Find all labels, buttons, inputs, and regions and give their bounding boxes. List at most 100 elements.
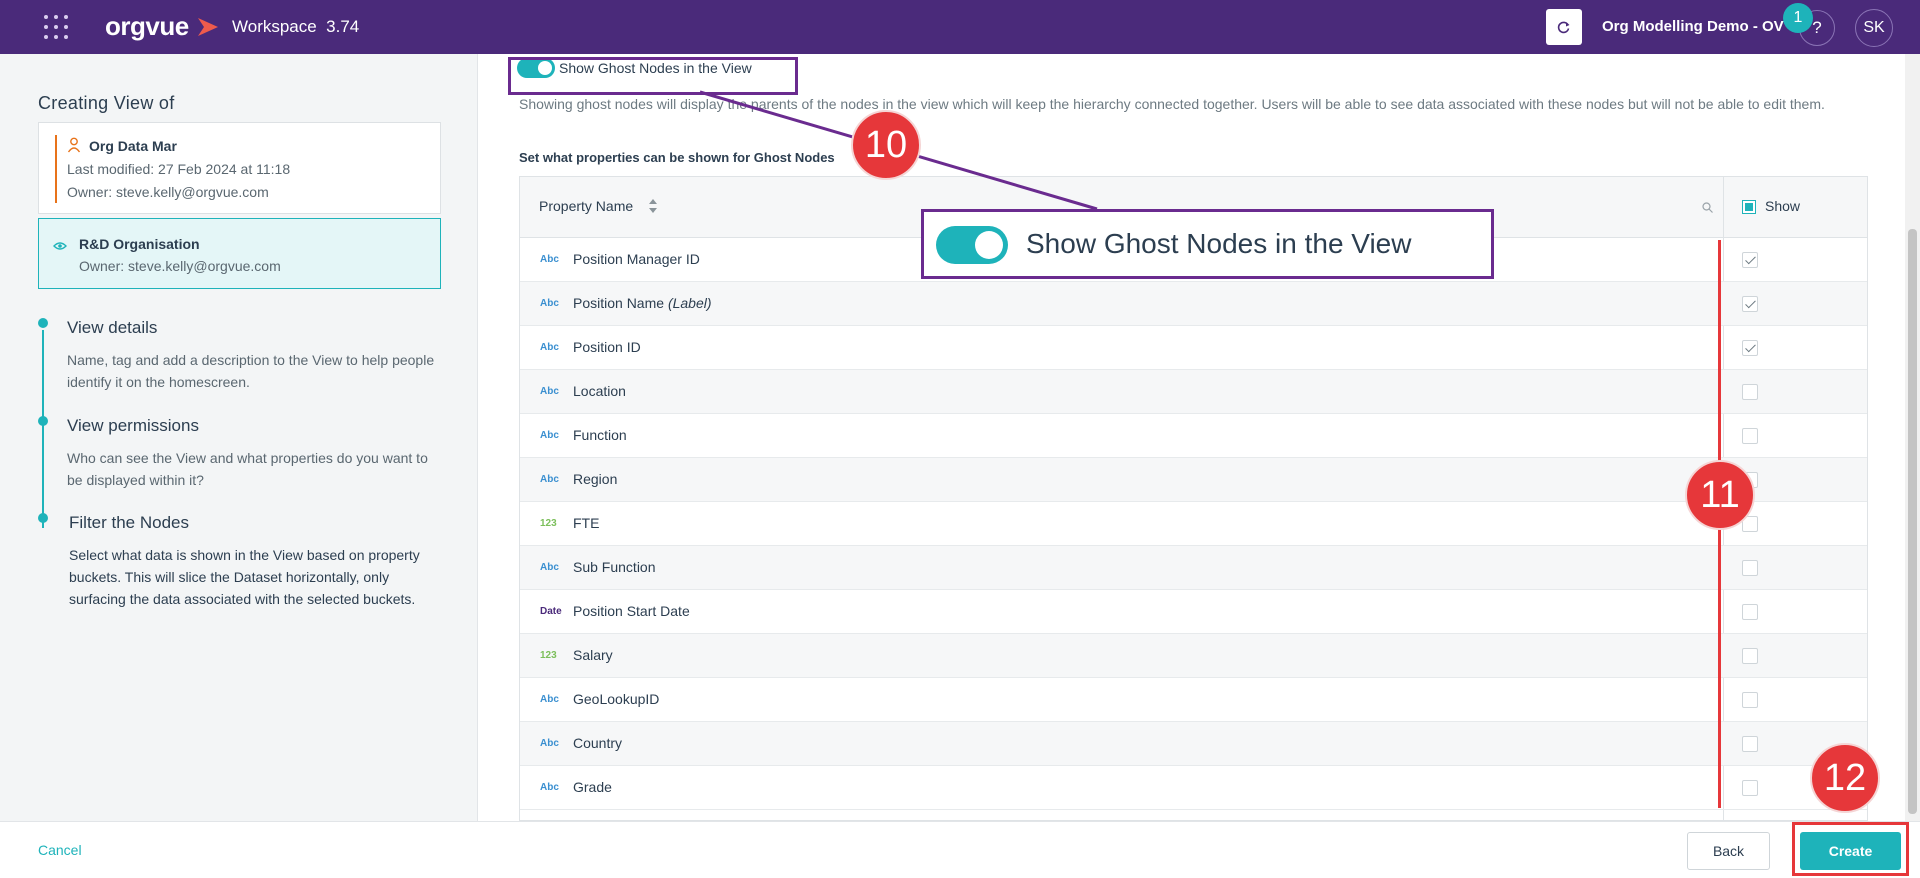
notification-badge[interactable]: 1 [1783, 3, 1813, 33]
step-title-filter-nodes[interactable]: Filter the Nodes [69, 513, 189, 533]
property-name: Region [573, 471, 617, 487]
user-avatar[interactable]: SK [1855, 9, 1893, 47]
dataset-owner: Owner: steve.kelly@orgvue.com [67, 184, 269, 200]
view-title: R&D Organisation [79, 236, 200, 252]
creating-view-title: Creating View of [38, 93, 175, 113]
table-row[interactable]: Abc Grade [520, 766, 1867, 810]
cancel-link[interactable]: Cancel [38, 842, 82, 858]
step-connector [42, 330, 44, 428]
version-label: 3.74 [326, 17, 360, 36]
table-row[interactable]: Abc Position Name (Label) [520, 282, 1867, 326]
property-name-text: Position Start Date [573, 603, 690, 619]
table-row[interactable]: Date Position Start Date [520, 590, 1867, 634]
property-type-icon: Abc [540, 298, 559, 309]
show-checkbox[interactable] [1742, 384, 1758, 400]
annotation-marker-12: 12 [1810, 743, 1880, 813]
show-checkbox[interactable] [1742, 560, 1758, 576]
table-row[interactable]: Abc Location [520, 370, 1867, 414]
property-type-icon: 123 [540, 518, 557, 529]
orgvue-logo-mark-icon [198, 18, 218, 36]
property-name: GeoLookupID [573, 691, 659, 707]
show-checkbox[interactable] [1742, 340, 1758, 356]
show-checkbox[interactable] [1742, 296, 1758, 312]
view-owner: Owner: steve.kelly@orgvue.com [79, 258, 281, 274]
table-body: Abc Position Manager ID Abc Position Name (… [520, 238, 1867, 810]
apps-grid-icon[interactable] [44, 15, 68, 39]
search-icon[interactable] [1702, 202, 1713, 213]
show-checkbox[interactable] [1742, 692, 1758, 708]
table-row[interactable]: Abc Position ID [520, 326, 1867, 370]
dataset-selector[interactable]: Org Modelling Demo - OV [1602, 18, 1784, 35]
property-type-icon: Abc [540, 254, 559, 265]
ghost-properties-heading: Set what properties can be shown for Gho… [519, 150, 835, 165]
property-type-icon: Abc [540, 782, 559, 793]
property-name: Position Name (Label) [573, 295, 712, 311]
scrollbar-thumb[interactable] [1908, 229, 1917, 814]
property-name-text: Location [573, 383, 626, 399]
property-name: Grade [573, 779, 612, 795]
show-checkbox[interactable] [1742, 736, 1758, 752]
show-checkbox[interactable] [1742, 648, 1758, 664]
step-desc-filter-nodes: Select what data is shown in the View ba… [69, 547, 420, 607]
show-checkbox[interactable] [1742, 428, 1758, 444]
table-row[interactable]: Abc Sub Function [520, 546, 1867, 590]
select-all-checkbox[interactable] [1742, 200, 1756, 214]
column-header-show: Show [1765, 198, 1801, 214]
show-checkbox[interactable] [1742, 252, 1758, 268]
top-bar: orgvue Workspace 3.74 Org Modelling Demo… [0, 0, 1920, 54]
show-checkbox[interactable] [1742, 780, 1758, 796]
dataset-card: Org Data Mar Last modified: 27 Feb 2024 … [38, 122, 441, 214]
annotation-marker-10: 10 [851, 110, 921, 180]
step-title-view-details[interactable]: View details [67, 318, 157, 338]
back-button[interactable]: Back [1687, 832, 1770, 870]
table-row[interactable]: Abc Region [520, 458, 1867, 502]
person-icon [67, 137, 81, 153]
property-name: FTE [573, 515, 599, 531]
step-dot [38, 318, 48, 328]
show-checkbox[interactable] [1742, 604, 1758, 620]
property-name-text: Grade [573, 779, 612, 795]
property-type-icon: Abc [540, 386, 559, 397]
property-name-text: Position Name [573, 295, 665, 311]
refresh-icon [1557, 21, 1570, 34]
table-row[interactable]: Abc Country [520, 722, 1867, 766]
sort-icon[interactable] [648, 198, 658, 214]
main-panel: Show Ghost Nodes in the View Showing gho… [479, 54, 1920, 821]
property-name-text: Salary [573, 647, 613, 663]
app-logo[interactable]: orgvue [105, 11, 189, 42]
property-type-icon: Abc [540, 474, 559, 485]
footer-bar: Cancel Back Create [0, 821, 1920, 878]
step-desc-view-details: Name, tag and add a description to the V… [67, 352, 435, 390]
step-title-view-permissions[interactable]: View permissions [67, 416, 199, 436]
property-name: Country [573, 735, 622, 751]
ghost-nodes-description: Showing ghost nodes will display the par… [519, 96, 1825, 112]
property-name-text: Region [573, 471, 618, 487]
step-desc-view-permissions: Who can see the View and what properties… [67, 450, 428, 488]
table-row[interactable]: 123 Salary [520, 634, 1867, 678]
property-type-icon: Abc [540, 562, 559, 573]
page-scrollbar[interactable] [1905, 54, 1920, 821]
table-row[interactable]: Abc Function [520, 414, 1867, 458]
dataset-last-modified: Last modified: 27 Feb 2024 at 11:18 [67, 161, 291, 177]
annotation-highlight-create [1792, 822, 1909, 876]
property-name-text: Position ID [573, 339, 641, 355]
property-name-text: Sub Function [573, 559, 656, 575]
property-name-text: GeoLookupID [573, 691, 660, 707]
table-row[interactable]: Abc GeoLookupID [520, 678, 1867, 722]
property-name-text: Function [573, 427, 627, 443]
column-header-property-name[interactable]: Property Name [539, 198, 633, 214]
refresh-button[interactable] [1546, 9, 1582, 45]
property-type-icon: Abc [540, 430, 559, 441]
annotation-highlight-toggle [508, 57, 798, 95]
view-card: R&D Organisation Owner: steve.kelly@orgv… [38, 218, 441, 289]
property-name: Function [573, 427, 627, 443]
property-type-icon: 123 [540, 650, 557, 661]
property-type-icon: Abc [540, 342, 559, 353]
callout-label: Show Ghost Nodes in the View [1026, 228, 1412, 259]
property-name: Sub Function [573, 559, 656, 575]
callout-toggle-icon [936, 226, 1008, 264]
table-row[interactable]: 123 FTE [520, 502, 1867, 546]
workspace-label: Workspace 3.74 [232, 17, 360, 36]
property-name: Position ID [573, 339, 641, 355]
property-name-text: FTE [573, 515, 600, 531]
